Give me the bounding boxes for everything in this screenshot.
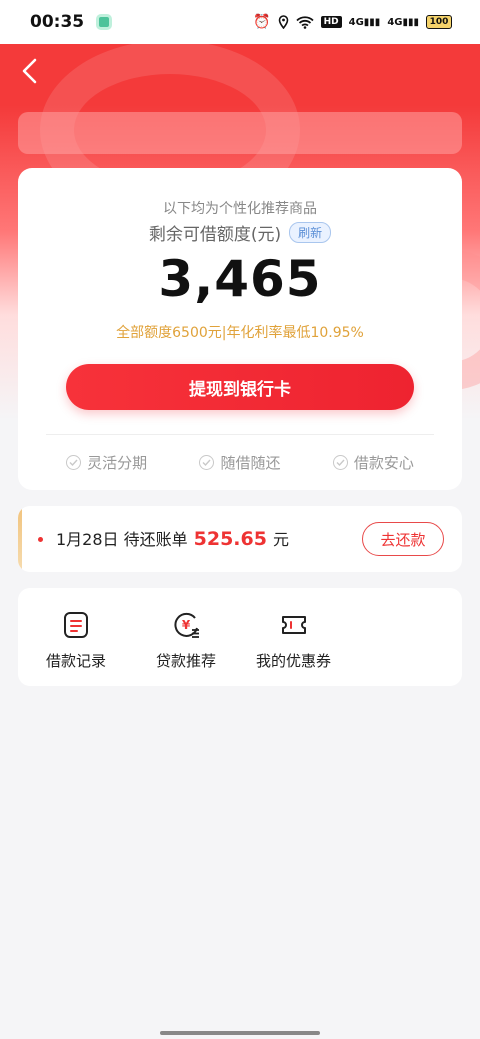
quick-entry-loan-recommend[interactable]: ¥ 贷款推荐: [156, 610, 216, 671]
svg-text:¥: ¥: [182, 618, 191, 632]
bill-date-text: 1月28日 待还账单: [56, 530, 188, 549]
divider: [46, 434, 434, 435]
signal-icon: 4G▮▮▮: [348, 16, 381, 28]
status-time: 00:35: [30, 12, 85, 32]
quota-label: 剩余可借额度(元): [148, 225, 282, 245]
yuan-coin-icon: ¥: [174, 612, 199, 638]
feature-item: 借款安心: [332, 452, 414, 473]
check-circle-icon: [66, 455, 82, 470]
feature-label: 借款安心: [353, 454, 414, 472]
credit-card-panel: 以下均为个性化推荐商品 剩余可借额度(元) 刷新 3,465 全部额度6500元…: [18, 168, 462, 490]
hd-voice-icon: HD: [320, 16, 342, 28]
check-circle-icon: [199, 455, 215, 470]
quick-entry-label: 借款记录: [46, 652, 107, 670]
quota-detail: 全部额度6500元|年化利率最低10.95%: [116, 325, 364, 341]
status-bar: 00:35 ⏰ HD 4G▮▮▮ 4G▮▮▮ 100: [0, 0, 480, 44]
battery-icon: 100: [426, 15, 452, 29]
repay-button[interactable]: 去还款: [362, 522, 444, 556]
withdraw-button[interactable]: 提现到银行卡: [66, 364, 414, 410]
quick-entry-my-coupons[interactable]: 我的优惠券: [256, 610, 331, 671]
feature-label: 灵活分期: [87, 454, 148, 472]
bill-reminder-card: 1月28日 待还账单 525.65 元 去还款: [18, 506, 462, 572]
app-notification-icon: [96, 14, 113, 30]
recommend-notice: 以下均为个性化推荐商品: [163, 201, 317, 217]
refresh-button[interactable]: 刷新: [289, 222, 332, 243]
quick-entry-label: 我的优惠券: [256, 652, 332, 670]
signal-icon: 4G▮▮▮: [387, 16, 419, 28]
alarm-icon: ⏰: [253, 14, 271, 30]
chevron-left-icon: [22, 58, 37, 84]
bill-unit: 元: [272, 530, 289, 549]
back-button[interactable]: [14, 56, 44, 86]
quick-entry-loan-records[interactable]: 借款记录: [46, 610, 106, 671]
wifi-icon: [295, 15, 314, 29]
feature-list: 灵活分期 随借随还 借款安心: [18, 452, 462, 473]
home-indicator[interactable]: [160, 1031, 320, 1035]
quick-entry-label: 贷款推荐: [156, 652, 217, 670]
banner-placeholder[interactable]: [18, 112, 462, 154]
location-icon: [278, 15, 289, 29]
bill-amount: 525.65: [193, 528, 267, 550]
bullet-dot: [38, 537, 43, 542]
check-circle-icon: [332, 455, 348, 470]
quick-entry-panel: 借款记录 ¥ 贷款推荐 我的优惠券: [18, 588, 462, 686]
feature-label: 随借随还: [220, 454, 281, 472]
document-icon: [64, 612, 88, 638]
available-amount: 3,465: [158, 250, 322, 308]
bill-accent-bar: [18, 506, 22, 572]
feature-item: 灵活分期: [66, 452, 147, 473]
feature-item: 随借随还: [199, 452, 281, 473]
ticket-icon: [281, 616, 306, 634]
